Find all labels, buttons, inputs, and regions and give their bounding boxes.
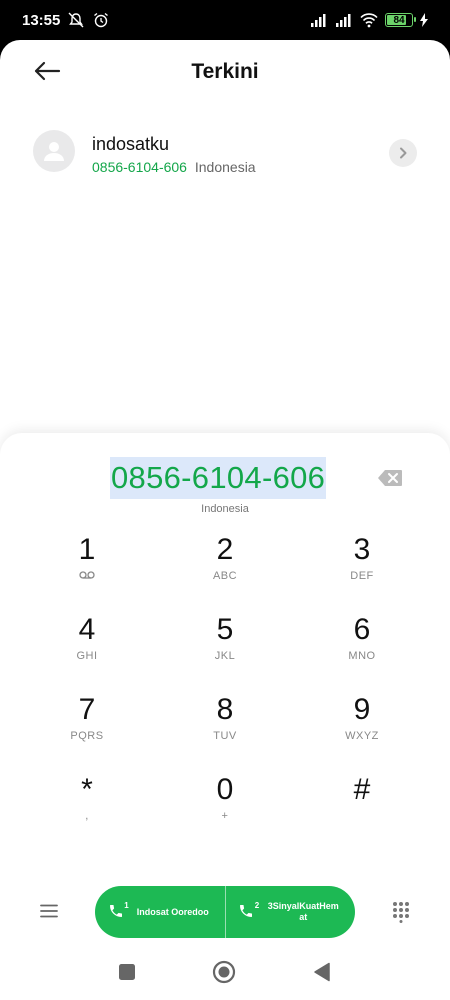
key-star[interactable]: * ,: [27, 767, 147, 837]
sim2-number: 2: [254, 901, 260, 910]
contact-subtitle: 0856-6104-606 Indonesia: [92, 159, 256, 175]
key-2[interactable]: 2 ABC: [165, 527, 285, 597]
alarm-icon: [94, 12, 109, 28]
recents-button[interactable]: [114, 959, 140, 985]
wifi-icon: [360, 13, 378, 28]
call-sim1-button[interactable]: 1 Indosat Ooredoo: [95, 886, 225, 938]
triangle-back-icon: [314, 962, 330, 982]
call-sim2-button[interactable]: 2 3SinyalKuatHem at: [224, 886, 356, 938]
dialpad-panel: 0856-6104-606 Indonesia 1 2 ABC 3 DEF 4 …: [0, 433, 450, 1000]
call-sim2-label: 3SinyalKuatHem at: [267, 901, 339, 922]
home-circle-icon: [212, 960, 236, 984]
voicemail-icon: [79, 571, 95, 579]
menu-icon: [40, 904, 58, 918]
dialed-country: Indonesia: [201, 503, 249, 515]
contact-country: Indonesia: [194, 159, 256, 175]
call-buttons: 1 Indosat Ooredoo 2 3SinyalKuatHem at: [95, 886, 355, 938]
contact-number: 0856-6104-606: [92, 159, 187, 175]
dialed-number[interactable]: 0856-6104-606: [110, 457, 327, 499]
key-6[interactable]: 6 MNO: [302, 607, 422, 677]
backspace-icon: [378, 470, 402, 486]
dialer-action-bar: 1 Indosat Ooredoo 2 3SinyalKuatHem at: [0, 883, 450, 939]
system-nav-bar: [0, 947, 450, 997]
key-hash[interactable]: #: [302, 767, 422, 837]
backspace-button[interactable]: [376, 467, 404, 489]
battery-icon: 84: [385, 13, 416, 27]
status-time: 13:55: [22, 11, 61, 29]
key-4[interactable]: 4 GHI: [27, 607, 147, 677]
signal-sim2-icon: [336, 14, 351, 27]
recent-call-item[interactable]: indosatku 0856-6104-606 Indonesia: [0, 126, 450, 186]
key-7[interactable]: 7 PQRS: [27, 687, 147, 757]
app-sheet: Terkini indosatku 0856-6104-606 Indonesi…: [0, 40, 450, 1000]
sim2-badge: 2: [238, 901, 260, 921]
sim1-badge: 1: [108, 901, 129, 921]
chevron-right-icon: [400, 147, 407, 159]
key-9[interactable]: 9 WXYZ: [302, 687, 422, 757]
status-bar: 13:55 84: [0, 0, 450, 40]
charging-icon: [420, 13, 428, 27]
page-title: Terkini: [191, 60, 259, 83]
menu-button[interactable]: [36, 899, 62, 923]
contact-details-button[interactable]: [389, 139, 417, 167]
sim1-number: 1: [124, 901, 129, 910]
dialpad-icon: [393, 902, 409, 923]
key-0[interactable]: 0 +: [165, 767, 285, 837]
phone-icon: [240, 905, 253, 917]
key-3[interactable]: 3 DEF: [302, 527, 422, 597]
key-8[interactable]: 8 TUV: [165, 687, 285, 757]
square-icon: [119, 964, 135, 980]
person-icon: [44, 142, 64, 161]
battery-level: 84: [393, 14, 405, 26]
phone-icon: [109, 905, 122, 917]
header: Terkini: [0, 40, 450, 104]
notifications-muted-icon: [68, 12, 84, 28]
avatar: [33, 130, 75, 172]
call-sim1-label: Indosat Ooredoo: [136, 906, 209, 917]
contact-name: indosatku: [92, 134, 170, 154]
keypad-toggle-button[interactable]: [388, 899, 414, 925]
key-5[interactable]: 5 JKL: [165, 607, 285, 677]
key-1[interactable]: 1: [27, 527, 147, 597]
home-button[interactable]: [211, 959, 237, 985]
back-nav-button[interactable]: [309, 959, 335, 985]
signal-sim1-icon: [311, 14, 326, 27]
